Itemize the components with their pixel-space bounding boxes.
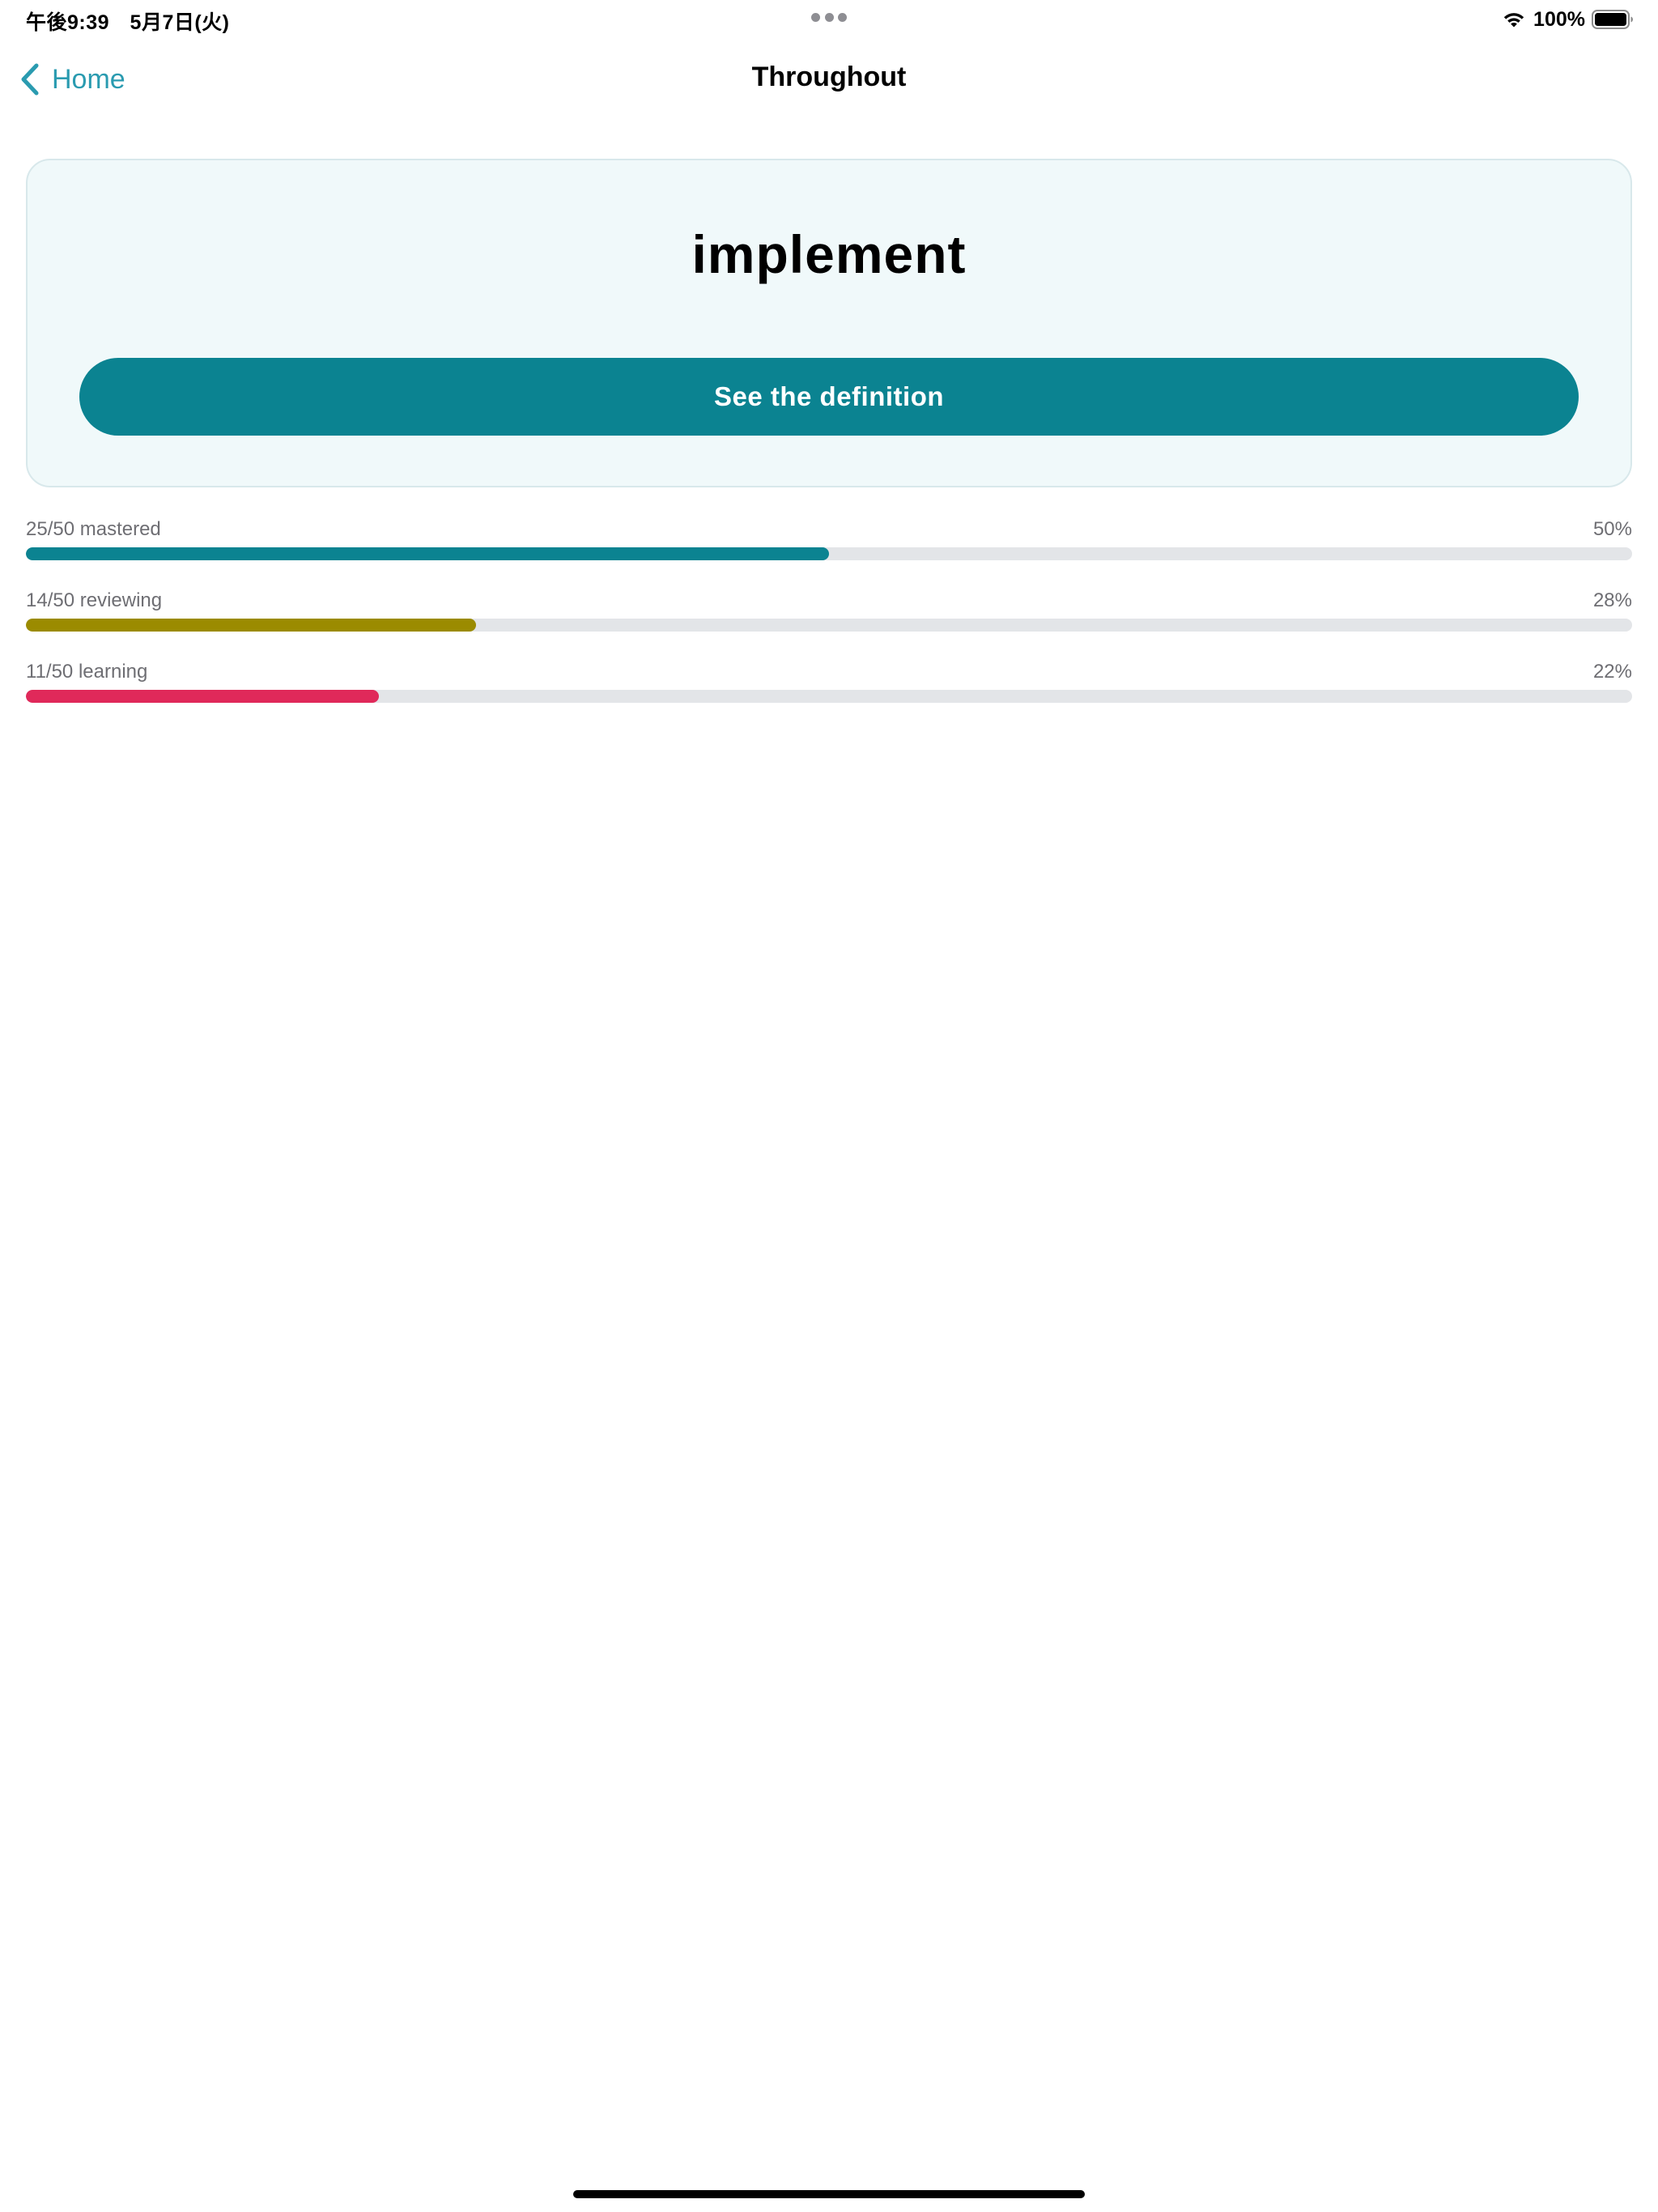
status-indicators: 100% (1501, 6, 1634, 33)
progress-percent-learning: 22% (1592, 661, 1632, 683)
word-term: implement (691, 224, 967, 284)
progress-label-learning: 11/50 learning (26, 661, 148, 683)
home-indicator[interactable] (573, 2190, 1085, 2198)
see-definition-button[interactable]: See the definition (79, 358, 1579, 436)
status-time: 午後9:39 5月7日(火) (26, 11, 230, 34)
progress-fill-learning (26, 690, 380, 703)
app-screen: 午後9:39 5月7日(火) 100% Home Throughout impl… (0, 0, 1658, 2212)
progress-row-reviewing: 14/50 reviewing 28% (26, 589, 1632, 640)
progress-label-reviewing: 14/50 reviewing (26, 589, 163, 611)
progress-track-mastered (26, 547, 1632, 560)
progress-fill-mastered (26, 547, 829, 560)
status-bar: 午後9:39 5月7日(火) 100% (0, 0, 1658, 39)
progress-percent-mastered: 50% (1592, 518, 1632, 540)
progress-row-learning: 11/50 learning 22% (26, 661, 1632, 711)
progress-track-reviewing (26, 619, 1632, 632)
progress-track-learning (26, 690, 1632, 703)
navigation-bar: Home Throughout (0, 50, 1658, 108)
multitasking-dots-icon[interactable] (811, 13, 847, 23)
progress-row-mastered: 25/50 mastered 50% (26, 518, 1632, 568)
progress-fill-reviewing (26, 619, 476, 632)
battery-percentage: 100% (1533, 7, 1585, 31)
progress-percent-reviewing: 28% (1592, 589, 1632, 611)
battery-full-icon (1592, 10, 1633, 29)
progress-label-mastered: 25/50 mastered (26, 518, 161, 540)
wifi-icon (1503, 13, 1524, 28)
word-card: implement See the definition (26, 159, 1632, 487)
page-title: Throughout (751, 62, 907, 92)
